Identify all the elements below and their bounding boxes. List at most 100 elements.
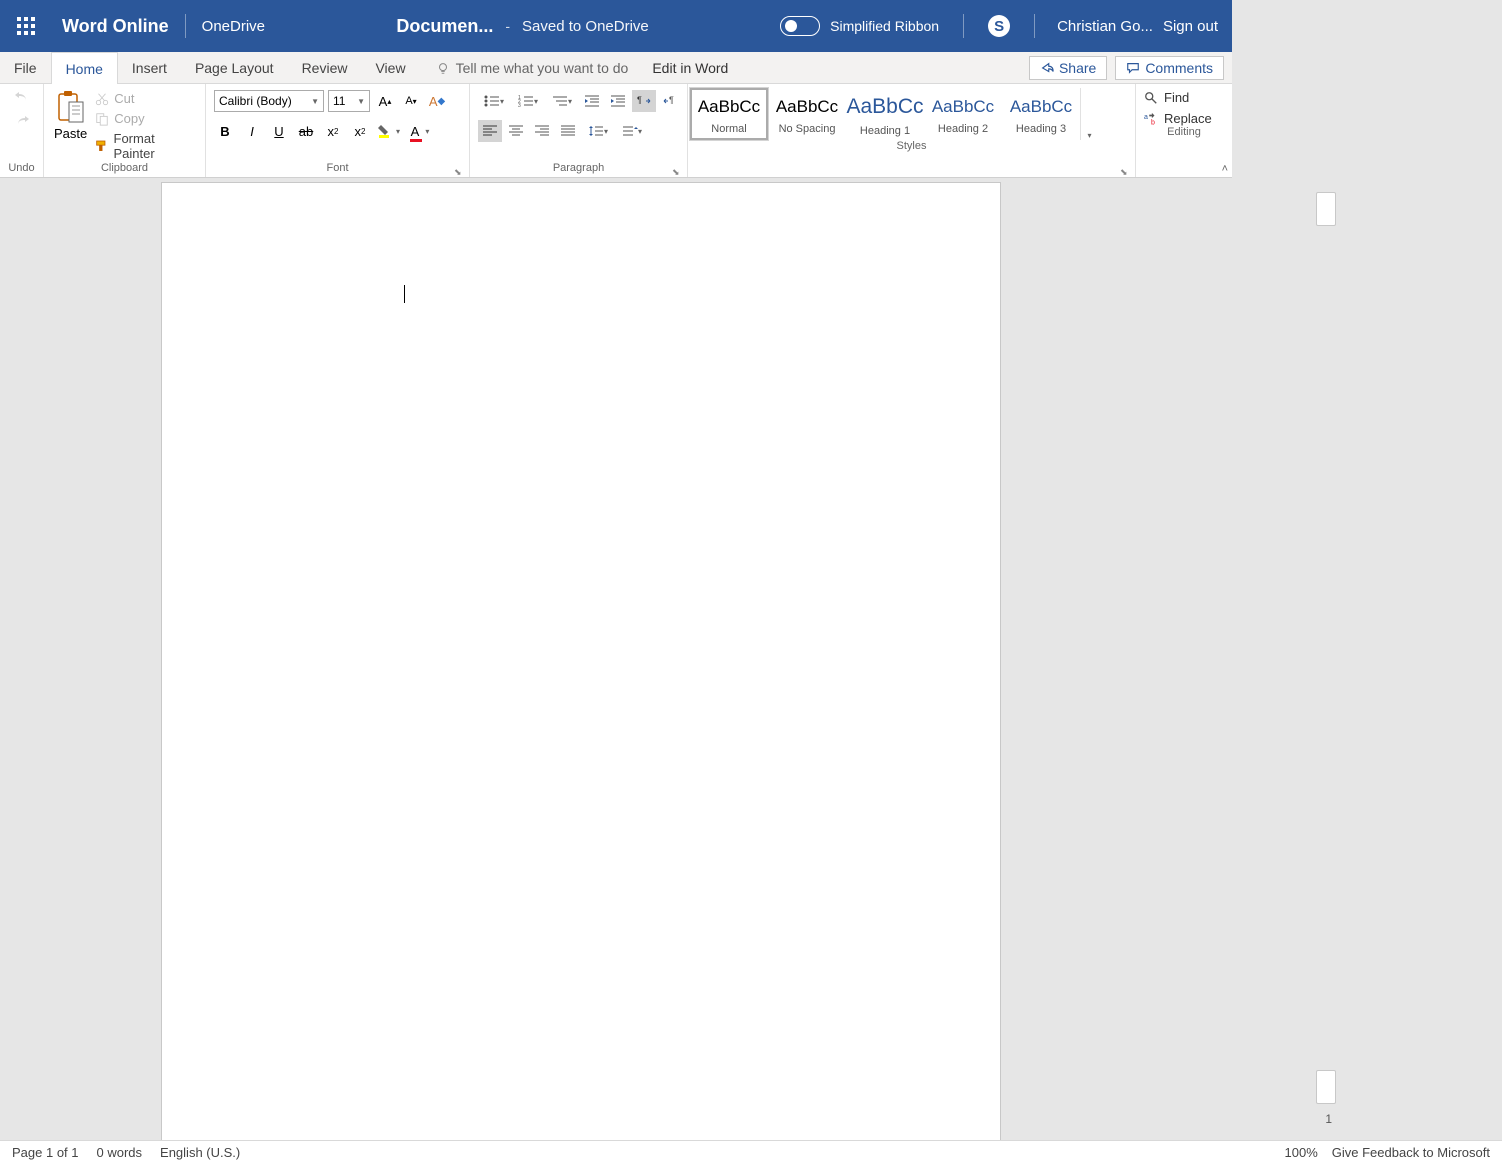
line-spacing-button[interactable]: ▾ (582, 120, 614, 142)
status-page[interactable]: Page 1 of 1 (12, 1145, 79, 1160)
replace-button[interactable]: ab Replace (1144, 111, 1228, 126)
copy-label: Copy (114, 111, 144, 126)
save-status: Saved to OneDrive (522, 18, 649, 35)
group-font: Calibri (Body)▼ 11▼ A▴ A▾ A◆ B I U ab x2… (206, 84, 470, 177)
style-no-spacing[interactable]: AaBbCc No Spacing (768, 88, 846, 140)
page-nav-handle-bottom[interactable] (1316, 1070, 1336, 1104)
rtl-text-button[interactable]: ¶ (658, 90, 682, 112)
decrease-indent-button[interactable] (580, 90, 604, 112)
undo-button[interactable] (10, 86, 34, 108)
highlight-button[interactable]: ▾ (376, 120, 402, 142)
tab-page-layout[interactable]: Page Layout (181, 52, 288, 83)
shrink-font-button[interactable]: A▾ (400, 90, 422, 112)
simplified-ribbon-toggle[interactable]: Simplified Ribbon (780, 16, 939, 36)
style-heading-3[interactable]: AaBbCc Heading 3 (1002, 88, 1080, 140)
paragraph-dialog-launcher[interactable] (672, 162, 684, 174)
tab-review[interactable]: Review (288, 52, 362, 83)
collapse-ribbon-button[interactable]: ˄ (1222, 163, 1228, 175)
tab-home[interactable]: Home (51, 52, 118, 84)
cut-button[interactable]: Cut (93, 90, 197, 107)
copy-button[interactable]: Copy (93, 110, 197, 127)
page-nav-handle-top[interactable] (1316, 192, 1336, 226)
style-heading-1[interactable]: AaBbCc Heading 1 (846, 88, 924, 140)
skype-icon[interactable]: S (988, 15, 1010, 37)
status-language[interactable]: English (U.S.) (160, 1145, 240, 1160)
styles-dialog-launcher[interactable] (1120, 162, 1132, 174)
sign-out-link[interactable]: Sign out (1163, 18, 1218, 35)
italic-button[interactable]: I (241, 120, 263, 142)
group-label-clipboard: Clipboard (44, 162, 205, 177)
document-canvas[interactable]: 1 (0, 178, 1502, 1140)
edit-in-word-link[interactable]: Edit in Word (652, 52, 728, 83)
group-clipboard: Paste Cut Copy Format Painter Clipboard (44, 84, 206, 177)
paragraph-spacing-button[interactable]: ▾ (616, 120, 648, 142)
toggle-switch[interactable] (780, 16, 820, 36)
style-heading-2[interactable]: AaBbCc Heading 2 (924, 88, 1002, 140)
ltr-text-button[interactable]: ¶ (632, 90, 656, 112)
replace-icon: ab (1144, 112, 1158, 126)
cut-label: Cut (114, 91, 134, 106)
font-size-select[interactable]: 11▼ (328, 90, 370, 112)
feedback-link[interactable]: Give Feedback to Microsoft (1332, 1145, 1490, 1160)
bold-button[interactable]: B (214, 120, 236, 142)
replace-label: Replace (1164, 111, 1212, 126)
tell-me-label: Tell me what you want to do (456, 60, 629, 76)
divider (963, 14, 964, 38)
numbering-button[interactable]: 123▾ (512, 90, 544, 112)
app-launcher-icon[interactable] (8, 8, 44, 44)
document-page[interactable] (161, 182, 1001, 1140)
find-button[interactable]: Find (1144, 90, 1228, 105)
style-sample: AaBbCc (1010, 97, 1072, 117)
multilevel-list-button[interactable]: ▾ (546, 90, 578, 112)
app-header: Word Online OneDrive Documen... - Saved … (0, 0, 1232, 52)
align-right-button[interactable] (530, 120, 554, 142)
style-normal[interactable]: AaBbCc Normal (690, 88, 768, 140)
tab-insert[interactable]: Insert (118, 52, 181, 83)
cut-icon (95, 92, 109, 106)
app-name[interactable]: Word Online (62, 16, 169, 37)
svg-text:¶: ¶ (669, 95, 674, 105)
format-painter-button[interactable]: Format Painter (93, 130, 197, 162)
redo-button[interactable] (10, 110, 34, 132)
share-button[interactable]: Share (1029, 56, 1107, 80)
comments-label: Comments (1145, 60, 1213, 76)
font-color-button[interactable]: A▾ (407, 120, 433, 142)
divider (1034, 14, 1035, 38)
comments-button[interactable]: Comments (1115, 56, 1224, 80)
toggle-label: Simplified Ribbon (830, 18, 939, 34)
group-label-paragraph: Paragraph (470, 162, 687, 177)
paste-icon (55, 90, 87, 126)
underline-button[interactable]: U (268, 120, 290, 142)
group-editing: Find ab Replace Editing (1136, 84, 1232, 177)
lightbulb-icon (436, 61, 450, 75)
grow-font-button[interactable]: A▴ (374, 90, 396, 112)
dash: - (505, 18, 510, 34)
document-title[interactable]: Documen... (396, 16, 493, 37)
font-dialog-launcher[interactable] (454, 162, 466, 174)
style-sample: AaBbCc (698, 97, 760, 117)
status-zoom[interactable]: 100% (1285, 1145, 1318, 1160)
tell-me-search[interactable]: Tell me what you want to do (436, 52, 629, 83)
align-center-button[interactable] (504, 120, 528, 142)
status-word-count[interactable]: 0 words (97, 1145, 143, 1160)
align-left-button[interactable] (478, 120, 502, 142)
style-sample: AaBbCc (776, 97, 838, 117)
bullets-button[interactable]: ▾ (478, 90, 510, 112)
user-menu[interactable]: Christian Go... (1057, 18, 1153, 35)
style-name: No Spacing (779, 123, 836, 135)
tab-view[interactable]: View (361, 52, 419, 83)
justify-button[interactable] (556, 120, 580, 142)
paste-button[interactable]: Paste (52, 88, 89, 141)
ribbon: Undo Paste Cut Copy Format Painter (0, 84, 1232, 178)
font-size-value: 11 (333, 94, 345, 108)
clear-formatting-button[interactable]: A◆ (426, 90, 448, 112)
tab-file[interactable]: File (0, 52, 51, 83)
increase-indent-button[interactable] (606, 90, 630, 112)
styles-more-button[interactable]: ▾ (1080, 88, 1098, 140)
svg-text:¶: ¶ (637, 95, 642, 105)
font-name-select[interactable]: Calibri (Body)▼ (214, 90, 324, 112)
location-link[interactable]: OneDrive (202, 18, 265, 35)
superscript-button[interactable]: x2 (349, 120, 371, 142)
subscript-button[interactable]: x2 (322, 120, 344, 142)
strikethrough-button[interactable]: ab (295, 120, 317, 142)
